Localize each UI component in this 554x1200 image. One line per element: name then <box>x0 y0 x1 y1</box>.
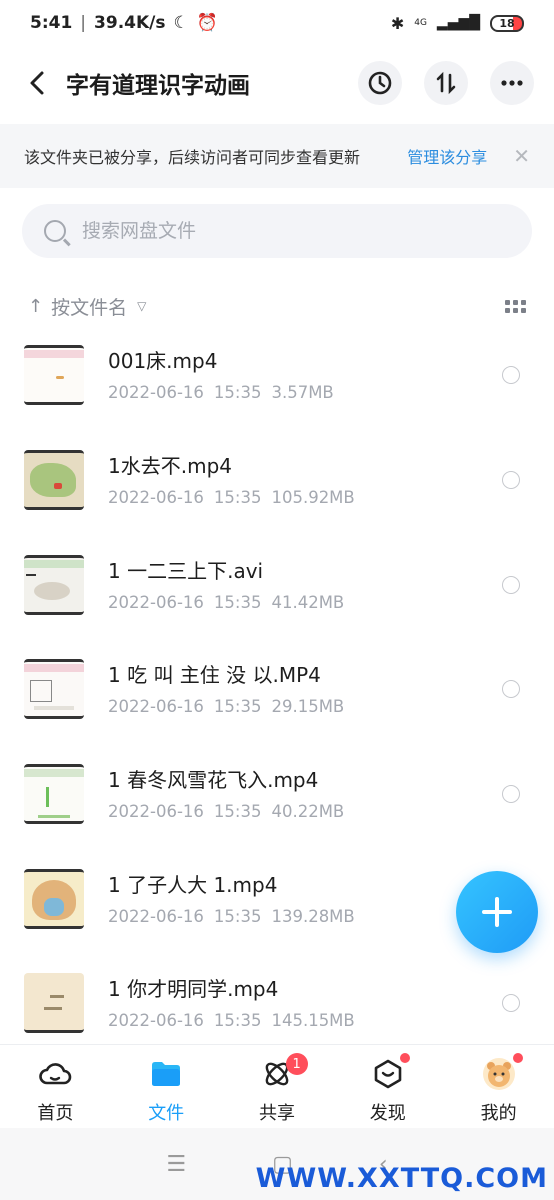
video-thumbnail <box>24 450 84 511</box>
close-icon[interactable]: ✕ <box>513 144 530 168</box>
tab-label: 首页 <box>37 1103 74 1124</box>
folder-icon <box>149 1057 183 1091</box>
header: 字有道理识字动画 <box>0 52 554 114</box>
file-name: 1 了子人大 1.mp4 <box>108 872 278 897</box>
video-thumbnail <box>24 345 84 406</box>
status-speed: 39.4K/s <box>94 13 166 33</box>
status-time: 5:41 <box>30 13 73 33</box>
search-input[interactable] <box>82 220 482 242</box>
page-title: 字有道理识字动画 <box>66 73 250 99</box>
file-name: 1水去不.mp4 <box>108 454 232 479</box>
video-thumbnail <box>24 764 84 825</box>
file-name: 1 一二三上下.avi <box>108 558 264 583</box>
notification-dot <box>513 1053 524 1063</box>
bluetooth-icon: ✱ <box>390 13 405 33</box>
tab-files[interactable]: 文件 <box>111 1045 222 1128</box>
network-label: 4G <box>414 18 427 28</box>
tab-label: 我的 <box>480 1103 517 1124</box>
discover-icon <box>371 1057 405 1091</box>
tab-label: 发现 <box>369 1103 406 1124</box>
plus-icon <box>482 897 512 927</box>
avatar-icon <box>482 1057 516 1091</box>
select-radio[interactable] <box>502 471 520 490</box>
file-list: 001床.mp4 2022-06-16 15:35 3.57MB 1水去不.mp4 … <box>0 323 554 1056</box>
alarm-icon: ⏰ <box>196 13 218 33</box>
tab-discover[interactable]: 发现 <box>332 1045 443 1128</box>
tab-label: 共享 <box>258 1103 295 1124</box>
share-banner: 该文件夹已被分享，后续访问者可同步查看更新 管理该分享 ✕ <box>0 124 554 188</box>
more-button[interactable] <box>490 61 534 105</box>
sort-row: ↑ 按文件名 ▽ <box>28 284 526 328</box>
select-radio[interactable] <box>502 575 520 594</box>
add-button[interactable] <box>456 871 538 953</box>
file-meta: 2022-06-16 15:35 139.28MB <box>108 906 355 926</box>
tab-label: 文件 <box>148 1103 185 1124</box>
more-dots-icon <box>501 80 523 86</box>
manage-share-link[interactable]: 管理该分享 <box>407 144 487 168</box>
chevron-left-icon <box>30 71 44 95</box>
cloud-icon <box>38 1057 72 1091</box>
tab-mine[interactable]: 我的 <box>443 1045 554 1128</box>
list-item[interactable]: 1 一二三上下.avi 2022-06-16 15:35 41.42MB <box>0 532 554 637</box>
notification-badge: 1 <box>285 1053 308 1075</box>
status-bar: 5:41 | 39.4K/s ☾ ⏰ ✱ 4G ▂▄▆█ 18 <box>0 0 554 46</box>
list-item[interactable]: 1 春冬风雪花飞入.mp4 2022-06-16 15:35 40.22MB <box>0 742 554 847</box>
file-meta: 2022-06-16 15:35 3.57MB <box>108 383 334 403</box>
tab-share[interactable]: 共享 1 <box>222 1045 333 1128</box>
bottom-tab-bar: 首页 文件 共享 1 发现 我的 <box>0 1044 554 1128</box>
file-meta: 2022-06-16 15:35 105.92MB <box>108 488 355 508</box>
file-meta: 2022-06-16 15:35 145.15MB <box>108 1011 355 1031</box>
search-icon <box>44 220 66 242</box>
file-name: 1 春冬风雪花飞入.mp4 <box>108 768 319 793</box>
select-radio[interactable] <box>502 366 520 385</box>
back-button[interactable] <box>20 66 54 100</box>
grid-view-icon[interactable] <box>505 299 526 313</box>
video-thumbnail <box>24 554 84 615</box>
file-meta: 2022-06-16 15:35 29.15MB <box>108 697 345 717</box>
video-thumbnail <box>24 973 84 1034</box>
file-meta: 2022-06-16 15:35 41.42MB <box>108 592 345 612</box>
list-item[interactable]: 1水去不.mp4 2022-06-16 15:35 105.92MB <box>0 428 554 533</box>
history-button[interactable] <box>358 61 402 105</box>
list-item[interactable]: 1 你才明同学.mp4 2022-06-16 15:35 145.15MB <box>0 951 554 1056</box>
sort-label[interactable]: 按文件名 <box>51 293 127 320</box>
menu-icon[interactable]: ☰ <box>166 1152 186 1177</box>
select-radio[interactable] <box>502 785 520 804</box>
arrow-up-icon: ↑ <box>28 295 44 317</box>
share-banner-message: 该文件夹已被分享，后续访问者可同步查看更新 <box>24 148 361 167</box>
sort-order-button[interactable] <box>424 61 468 105</box>
video-thumbnail <box>24 659 84 720</box>
sort-arrows-icon <box>436 71 456 95</box>
file-meta: 2022-06-16 15:35 40.22MB <box>108 802 345 822</box>
chevron-down-icon[interactable]: ▽ <box>137 299 146 313</box>
file-name: 1 你才明同学.mp4 <box>108 977 279 1002</box>
moon-icon: ☾ <box>173 13 189 33</box>
watermark: WWW.XXTTQ.COM <box>255 1163 548 1194</box>
video-thumbnail <box>24 868 84 929</box>
file-name: 001床.mp4 <box>108 349 218 374</box>
select-radio[interactable] <box>502 994 520 1013</box>
list-item[interactable]: 001床.mp4 2022-06-16 15:35 3.57MB <box>0 323 554 428</box>
tab-home[interactable]: 首页 <box>0 1045 111 1128</box>
notification-dot <box>400 1053 411 1063</box>
battery-icon: 18 <box>490 14 524 32</box>
list-item[interactable]: 1 吃 叫 主住 没 以.MP4 2022-06-16 15:35 29.15MB <box>0 637 554 742</box>
select-radio[interactable] <box>502 680 520 699</box>
search-bar[interactable] <box>22 204 532 258</box>
signal-icon: ▂▄▆█ <box>436 15 480 31</box>
history-icon <box>368 71 392 95</box>
file-name: 1 吃 叫 主住 没 以.MP4 <box>108 663 321 688</box>
